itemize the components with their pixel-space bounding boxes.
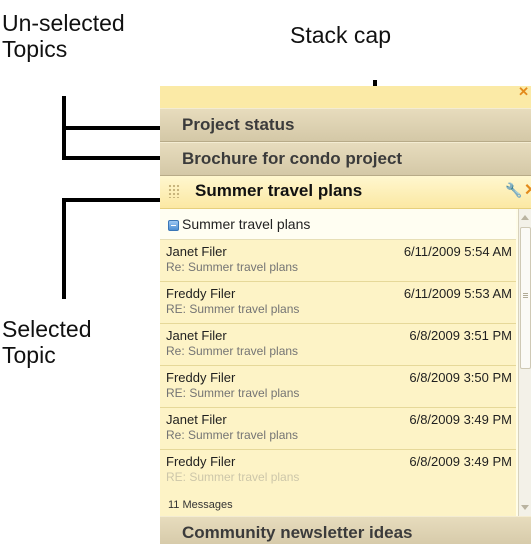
close-icon[interactable]: ✕ xyxy=(524,180,531,200)
conversation-group-label: Summer travel plans xyxy=(182,216,311,232)
message-row[interactable]: Freddy Filer RE: Summer travel plans 6/1… xyxy=(160,282,516,324)
vertical-scrollbar[interactable] xyxy=(518,209,531,516)
conversation-group-header[interactable]: Summer travel plans xyxy=(160,209,516,240)
topic-stack-panel: ✕ Project status Brochure for condo proj… xyxy=(160,86,531,544)
message-sender: Freddy Filer xyxy=(166,286,236,301)
topic-project-status[interactable]: Project status xyxy=(160,108,531,142)
message-sender: Freddy Filer xyxy=(166,454,236,469)
message-sender: Janet Filer xyxy=(166,412,227,427)
pointer-line xyxy=(62,126,175,130)
topic-brochure-for-condo-project[interactable]: Brochure for condo project xyxy=(160,142,531,176)
topic-label: Community newsletter ideas xyxy=(182,523,413,542)
message-date: 6/8/2009 3:50 PM xyxy=(409,370,512,385)
selected-topic-label: Summer travel plans xyxy=(195,181,363,200)
message-date: 6/11/2009 5:54 AM xyxy=(403,244,512,259)
callout-stack-cap: Stack cap xyxy=(290,22,391,48)
collapse-icon[interactable] xyxy=(168,220,179,231)
pointer-line xyxy=(62,198,175,202)
message-subject: Re: Summer travel plans xyxy=(166,260,299,274)
message-date: 6/8/2009 3:49 PM xyxy=(409,412,512,427)
message-subject: Re: Summer travel plans xyxy=(166,344,299,358)
message-date: 6/8/2009 3:49 PM xyxy=(409,454,512,469)
scroll-thumb[interactable] xyxy=(520,227,531,369)
callout-unselected-topics: Un-selected Topics xyxy=(2,10,125,62)
message-sender: Janet Filer xyxy=(166,328,227,343)
drag-grip-icon[interactable] xyxy=(168,184,180,198)
topic-community-newsletter-ideas[interactable]: Community newsletter ideas xyxy=(160,516,531,544)
thumb-grip-icon xyxy=(523,293,528,299)
selected-topic-header[interactable]: Summer travel plans 🔧 ✕ xyxy=(160,176,531,209)
message-list: Summer travel plans Janet Filer Re: Summ… xyxy=(160,209,531,516)
callout-selected-topic: Selected Topic xyxy=(2,316,92,368)
message-row[interactable]: Freddy Filer RE: Summer travel plans 6/8… xyxy=(160,450,516,498)
message-row[interactable]: Freddy Filer RE: Summer travel plans 6/8… xyxy=(160,366,516,408)
scroll-down-arrow-icon[interactable] xyxy=(521,505,529,510)
topic-label: Brochure for condo project xyxy=(182,149,403,168)
pointer-line xyxy=(62,156,175,160)
message-sender: Freddy Filer xyxy=(166,370,236,385)
message-row[interactable]: Janet Filer Re: Summer travel plans 6/8/… xyxy=(160,408,516,450)
stack-cap[interactable]: ✕ xyxy=(160,86,531,109)
message-date: 6/11/2009 5:53 AM xyxy=(403,286,512,301)
message-sender: Janet Filer xyxy=(166,244,227,259)
message-count: 11 Messages xyxy=(168,499,233,511)
message-date: 6/8/2009 3:51 PM xyxy=(409,328,512,343)
message-row[interactable]: Janet Filer Re: Summer travel plans 6/8/… xyxy=(160,324,516,366)
message-subject: RE: Summer travel plans xyxy=(166,302,300,316)
wrench-icon[interactable]: 🔧 xyxy=(505,182,522,199)
topic-label: Project status xyxy=(182,115,295,134)
scroll-up-arrow-icon[interactable] xyxy=(521,215,529,220)
message-row[interactable]: Janet Filer Re: Summer travel plans 6/11… xyxy=(160,240,516,282)
message-subject: RE: Summer travel plans xyxy=(166,386,300,400)
close-icon[interactable]: ✕ xyxy=(518,86,529,100)
message-count-footer: 11 Messages xyxy=(160,497,516,516)
message-subject: Re: Summer travel plans xyxy=(166,428,299,442)
message-subject: RE: Summer travel plans xyxy=(166,470,300,484)
pointer-line xyxy=(62,198,66,299)
